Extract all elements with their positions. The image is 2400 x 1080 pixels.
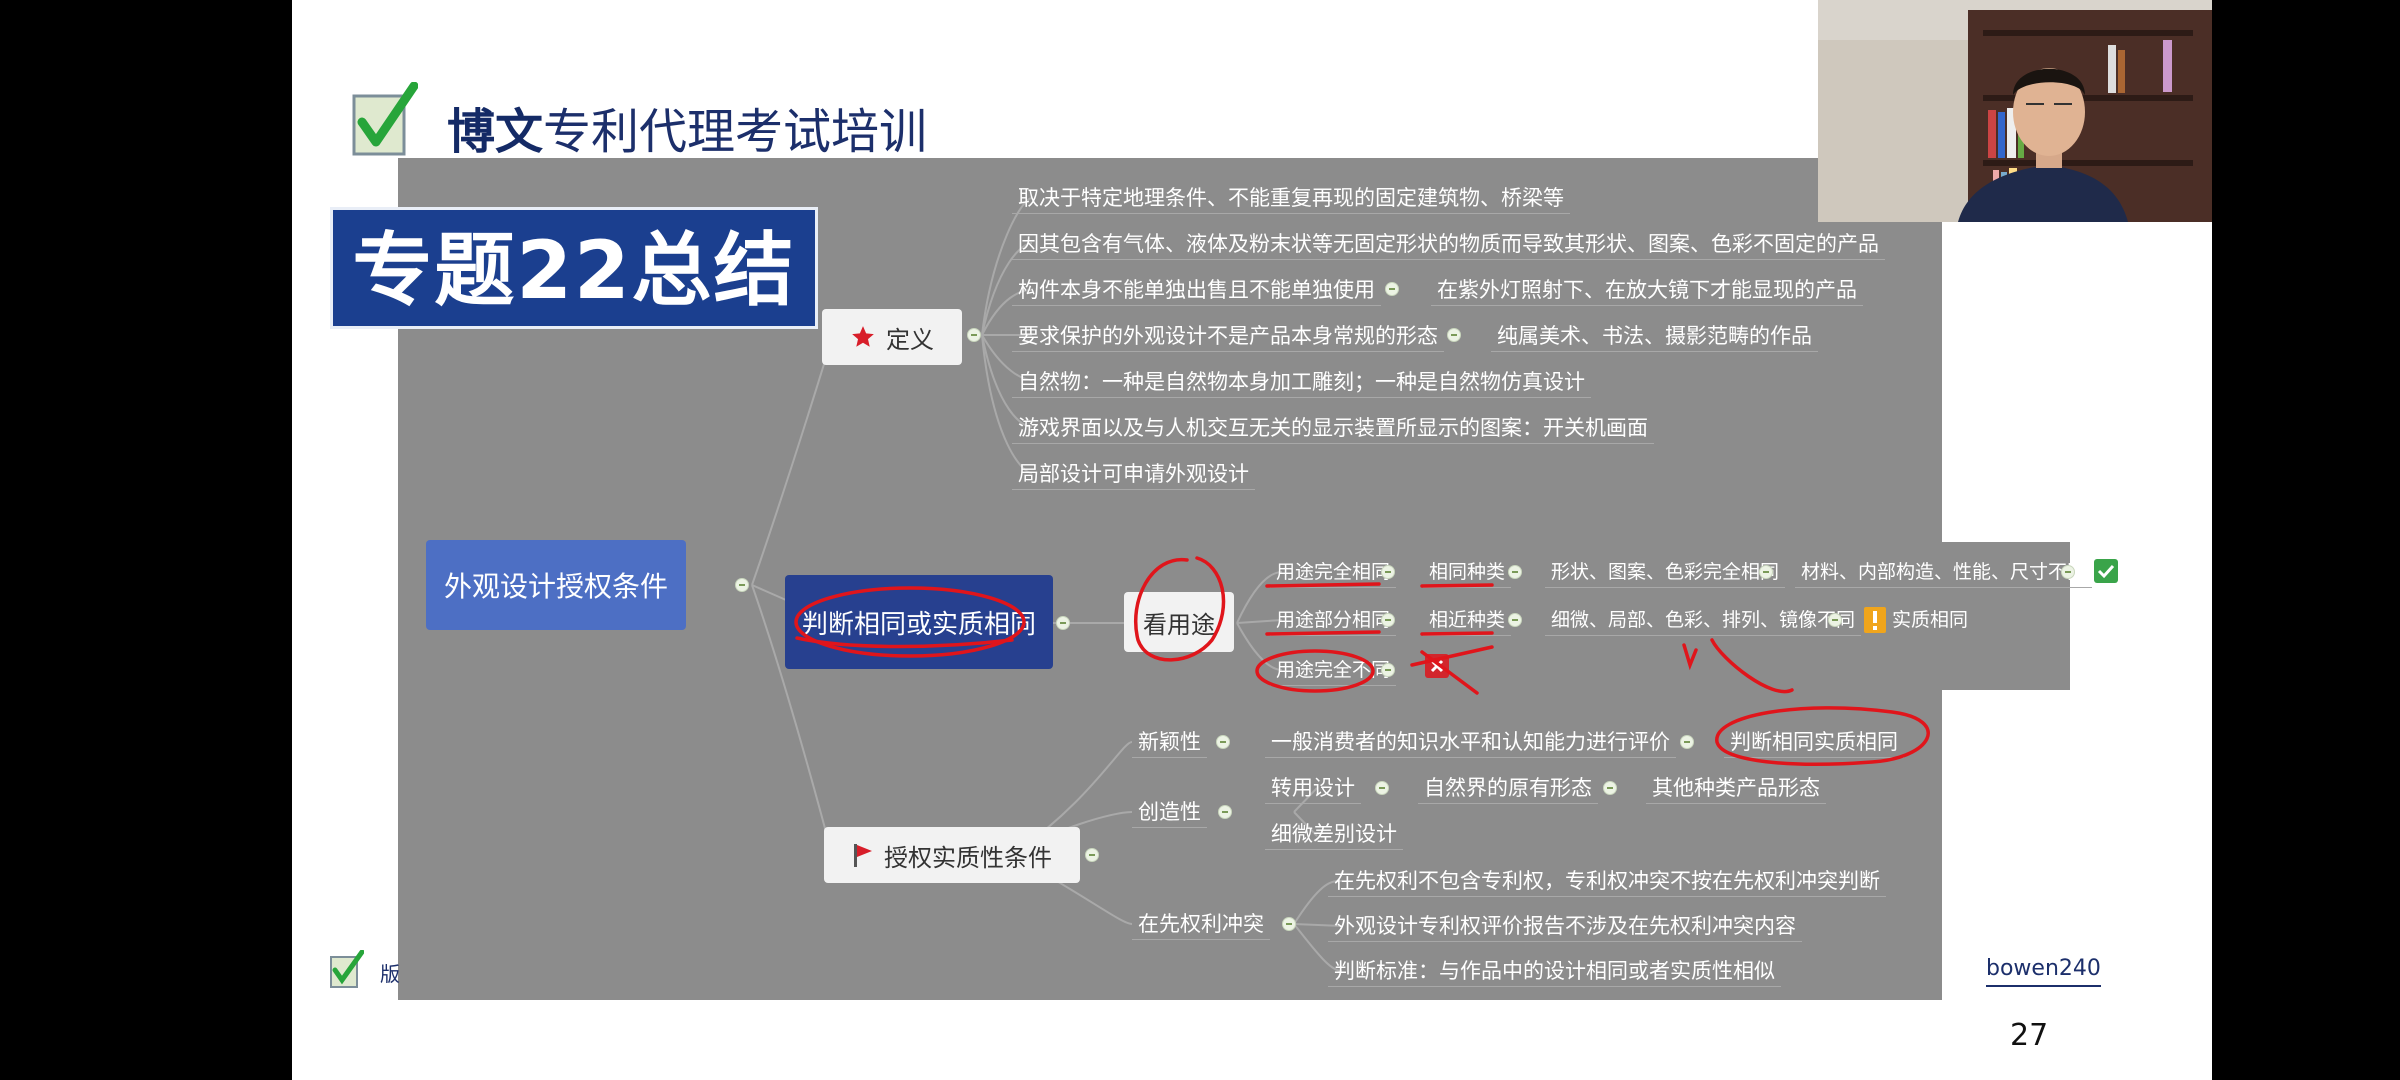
page-number: 27 (2010, 1018, 2049, 1053)
webcam-feed (1818, 0, 2212, 222)
footer-label: 版 (380, 962, 400, 986)
wechat-id: bowen240 (1986, 956, 2101, 987)
footer-check-logo-icon (330, 950, 364, 988)
webcam-overlay (1818, 0, 2212, 222)
